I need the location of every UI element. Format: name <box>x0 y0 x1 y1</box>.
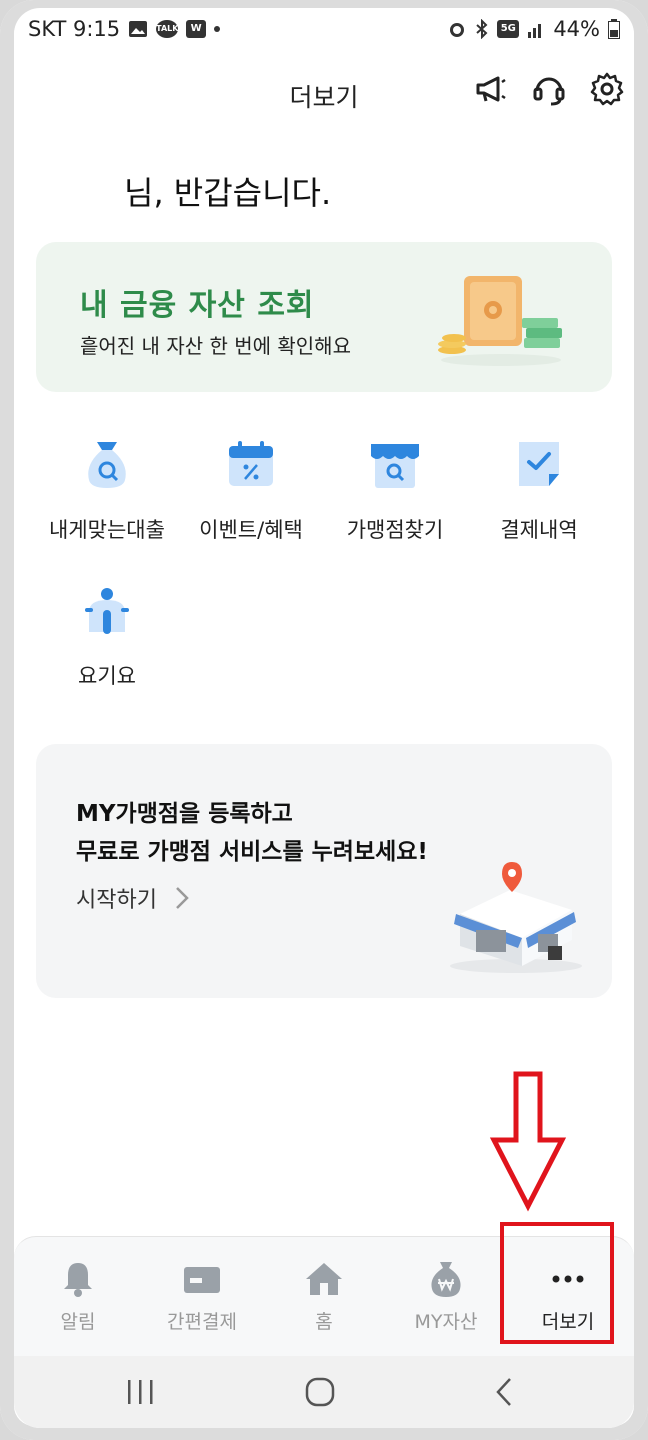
carrier-time: SKT 9:15 <box>28 17 121 41</box>
menu-item-payment-history[interactable]: 결제내역 <box>464 436 614 544</box>
greeting-text: 님, 반갑습니다. <box>124 174 332 212</box>
home-circle-icon <box>305 1377 335 1407</box>
menu-label-payment-history: 결제내역 <box>500 518 578 542</box>
headset-icon[interactable] <box>530 70 568 108</box>
battery-percent: 44% <box>553 17 600 41</box>
back-chevron-icon <box>496 1378 511 1406</box>
asset-card-subtitle: 흩어진 내 자산 한 번에 확인해요 <box>80 334 351 358</box>
menu-label-yogiyo: 요기요 <box>78 664 136 688</box>
menu-item-loan[interactable]: 내게맞는대출 <box>32 436 182 544</box>
asset-card-title: 내 금융 자산 조회 <box>80 288 315 323</box>
menu-item-store-finder[interactable]: 가맹점찾기 <box>320 436 470 544</box>
nav-label-alerts: 알림 <box>60 1311 96 1333</box>
header-actions <box>472 70 626 108</box>
start-link[interactable]: 시작하기 <box>76 882 189 914</box>
menu-item-yogiyo[interactable]: 요기요 <box>32 582 182 690</box>
scooter-icon <box>85 588 129 634</box>
home-button[interactable] <box>300 1372 340 1412</box>
asset-inquiry-card[interactable]: 내 금융 자산 조회 흩어진 내 자산 한 번에 확인해요 <box>36 242 612 392</box>
nav-label-easy-pay: 간편결제 <box>167 1311 237 1333</box>
menu-label-store-finder: 가맹점찾기 <box>346 518 444 542</box>
network-5g-icon: 5G <box>497 20 520 38</box>
chevron-right-icon <box>176 887 189 909</box>
my-store-promo-card[interactable]: MY가맹점을 등록하고 무료로 가맹점 서비스를 누려보세요! 시작하기 <box>36 744 612 998</box>
system-nav-bar <box>14 1356 634 1428</box>
home-icon <box>306 1263 342 1295</box>
nav-item-easy-pay[interactable]: 간편결제 <box>142 1259 262 1334</box>
nav-label-home: 홈 <box>315 1311 333 1333</box>
promo-line-1: MY가맹점을 등록하고 <box>76 801 293 827</box>
start-label: 시작하기 <box>76 888 157 913</box>
safe-money-icon <box>438 276 562 366</box>
nav-item-home[interactable]: 홈 <box>264 1259 384 1334</box>
phone-frame: SKT 9:15 TALK W 5G 44% 더보기 님, 반갑습니다. 내 금… <box>0 0 648 1440</box>
battery-icon <box>608 19 620 39</box>
alarm-icon <box>450 23 465 37</box>
nav-item-alerts[interactable]: 알림 <box>18 1259 138 1334</box>
promo-line-2: 무료로 가맹점 서비스를 누려보세요! <box>76 839 428 865</box>
gear-icon[interactable] <box>588 70 626 108</box>
receipt-check-icon <box>519 442 559 486</box>
card-icon <box>184 1267 220 1293</box>
recent-apps-button[interactable] <box>120 1372 160 1412</box>
more-notifications-icon <box>214 26 221 32</box>
loan-bag-icon <box>88 442 126 488</box>
back-button[interactable] <box>484 1372 524 1412</box>
won-bag-icon <box>431 1262 461 1297</box>
store-illustration <box>450 862 582 973</box>
annotation-arrow <box>489 1071 567 1212</box>
menu-label-events: 이벤트/혜택 <box>199 518 303 542</box>
bluetooth-icon <box>476 19 488 39</box>
status-bar: SKT 9:15 TALK W 5G 44% <box>14 8 634 52</box>
calendar-percent-icon <box>229 441 273 486</box>
nav-label-my-assets: MY자산 <box>414 1311 478 1333</box>
recent-apps-icon <box>128 1380 153 1404</box>
signal-icon <box>528 24 542 38</box>
menu-item-events[interactable]: 이벤트/혜택 <box>176 436 326 544</box>
kakaotalk-icon: TALK <box>156 20 178 38</box>
menu-label-loan: 내게맞는대출 <box>49 518 165 542</box>
gallery-icon <box>129 21 148 37</box>
store-search-icon <box>371 444 419 488</box>
megaphone-icon[interactable] <box>472 70 510 108</box>
bell-icon <box>64 1263 92 1297</box>
annotation-highlight-box <box>500 1222 614 1344</box>
nav-item-my-assets[interactable]: MY자산 <box>386 1259 506 1334</box>
w-app-icon: W <box>186 20 207 38</box>
